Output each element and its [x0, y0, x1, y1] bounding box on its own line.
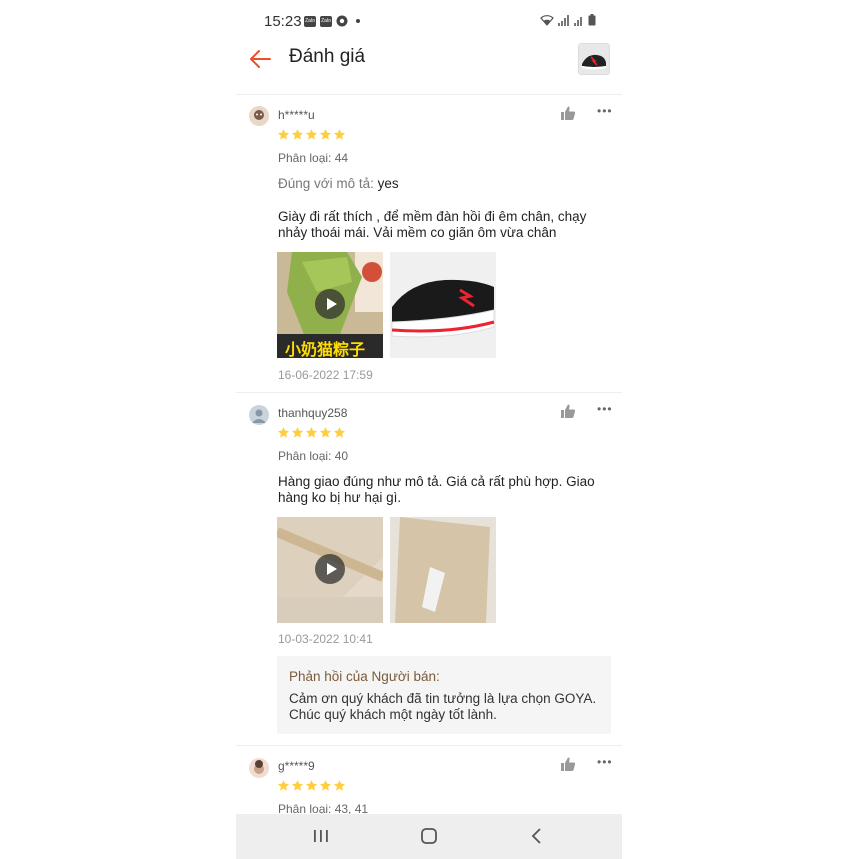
video-caption: 小奶猫粽子	[285, 340, 366, 358]
signal-icon	[558, 14, 569, 26]
review-image[interactable]	[390, 252, 496, 358]
desc-label: Đúng với mô tả:	[278, 176, 374, 191]
zalo-icon: Zalo	[304, 15, 316, 27]
star-icon	[291, 427, 304, 438]
app-header: Đánh giá	[236, 40, 622, 95]
status-app-icons: Zalo Zalo	[304, 15, 360, 27]
more-options-icon[interactable]: •••	[597, 755, 613, 769]
review-variant: Phân loại: 44	[278, 151, 349, 165]
avatar	[249, 758, 269, 778]
phone-screen: 15:23 Zalo Zalo Đánh giá h*****u ••• Phâ…	[236, 0, 622, 859]
review-username: g*****9	[278, 759, 315, 773]
more-options-icon[interactable]: •••	[597, 104, 613, 118]
divider	[236, 745, 622, 746]
rating-stars	[277, 426, 346, 439]
review-variant: Phân loại: 40	[278, 449, 349, 463]
star-icon	[319, 780, 332, 791]
star-icon	[291, 780, 304, 791]
review-date: 16-06-2022 17:59	[278, 368, 373, 382]
status-time: 15:23	[264, 13, 302, 30]
seller-reply-text: Cảm ơn quý khách đã tin tưởng là lựa chọ…	[289, 691, 597, 722]
star-icon	[333, 780, 346, 791]
review-username: h*****u	[278, 108, 315, 122]
product-thumbnail[interactable]	[578, 43, 610, 75]
review-username: thanhquy258	[278, 406, 348, 420]
seller-reply-title: Phản hồi của Người bán:	[289, 669, 440, 684]
status-bar: 15:23 Zalo Zalo	[236, 0, 622, 40]
star-icon	[319, 427, 332, 438]
back-arrow-icon[interactable]	[248, 46, 274, 72]
wifi-icon	[540, 14, 554, 26]
description-match: Đúng với mô tả: yes	[278, 176, 399, 191]
review-date: 10-03-2022 10:41	[278, 632, 373, 646]
seller-reply: Phản hồi của Người bán: Cảm ơn quý khách…	[277, 656, 611, 734]
chrome-icon	[336, 15, 348, 27]
avatar	[249, 106, 269, 126]
more-options-icon[interactable]: •••	[597, 402, 613, 416]
rating-stars	[277, 779, 346, 792]
thumbs-up-icon[interactable]	[560, 756, 576, 772]
back-icon[interactable]	[526, 825, 548, 847]
battery-icon	[588, 14, 596, 26]
notification-dot	[356, 19, 360, 23]
system-nav-bar	[236, 814, 622, 859]
status-indicators	[540, 14, 596, 26]
review-video[interactable]: 小奶猫粽子	[277, 252, 383, 358]
review-video[interactable]	[277, 517, 383, 623]
page-title: Đánh giá	[289, 46, 366, 67]
thumbs-up-icon[interactable]	[560, 403, 576, 419]
star-icon	[291, 129, 304, 140]
rating-stars	[277, 128, 346, 141]
star-icon	[333, 427, 346, 438]
shoe-image	[579, 44, 609, 74]
play-icon[interactable]	[315, 554, 345, 584]
star-icon	[333, 129, 346, 140]
star-icon	[319, 129, 332, 140]
home-icon[interactable]	[418, 825, 440, 847]
avatar	[249, 405, 269, 425]
review-text: Hàng giao đúng như mô tả. Giá cả rất phù…	[278, 474, 595, 505]
play-icon[interactable]	[315, 289, 345, 319]
thumbs-up-icon[interactable]	[560, 105, 576, 121]
zalo-icon: Zalo	[320, 15, 332, 27]
star-icon	[277, 427, 290, 438]
review-image[interactable]	[390, 517, 496, 623]
package-photo	[390, 517, 496, 623]
shoe-photo	[390, 252, 496, 358]
star-icon	[305, 427, 318, 438]
star-icon	[305, 780, 318, 791]
star-icon	[277, 780, 290, 791]
star-icon	[305, 129, 318, 140]
review-text: Giày đi rất thích , để mềm đàn hồi đi êm…	[278, 209, 587, 240]
desc-value: yes	[377, 176, 399, 191]
star-icon	[277, 129, 290, 140]
recent-apps-icon[interactable]	[310, 825, 332, 847]
signal-icon	[574, 16, 582, 26]
divider	[236, 392, 622, 393]
